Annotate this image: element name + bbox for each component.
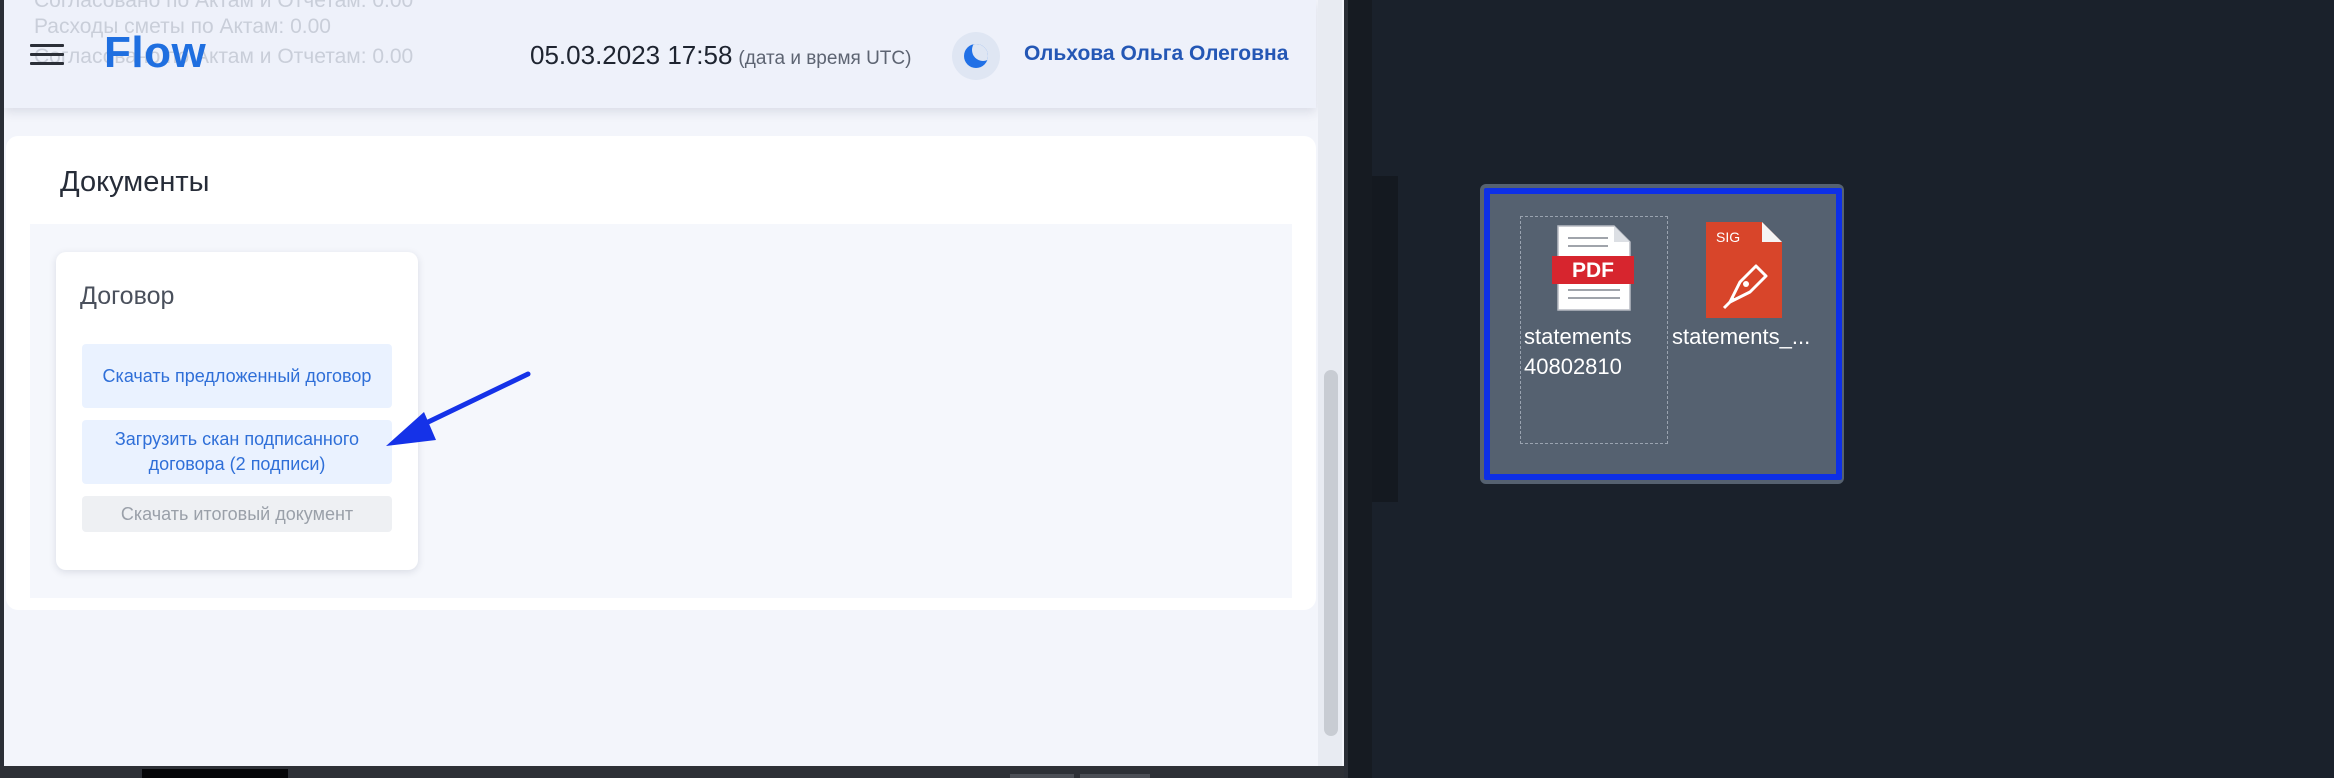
svg-text:SIG: SIG xyxy=(1716,229,1740,245)
annotation-arrow-icon xyxy=(386,371,531,446)
file-name-label[interactable]: statements_... xyxy=(1672,322,1822,352)
desktop-edge xyxy=(1348,0,1372,778)
signature-file-icon[interactable]: SIG xyxy=(1700,218,1790,318)
svg-text:PDF: PDF xyxy=(1572,259,1614,282)
scrollbar-thumb[interactable] xyxy=(1324,370,1338,736)
browser-window: Согласовано по Актам и Отчетам: 0.00 Рас… xyxy=(0,0,1346,778)
taskbar-strip xyxy=(0,766,1346,778)
desktop-shadow xyxy=(1372,176,1398,502)
window-edge xyxy=(0,0,4,778)
pdf-file-icon[interactable]: PDF xyxy=(1550,224,1640,324)
file-name-label[interactable]: statements 40802810 xyxy=(1524,322,1674,382)
